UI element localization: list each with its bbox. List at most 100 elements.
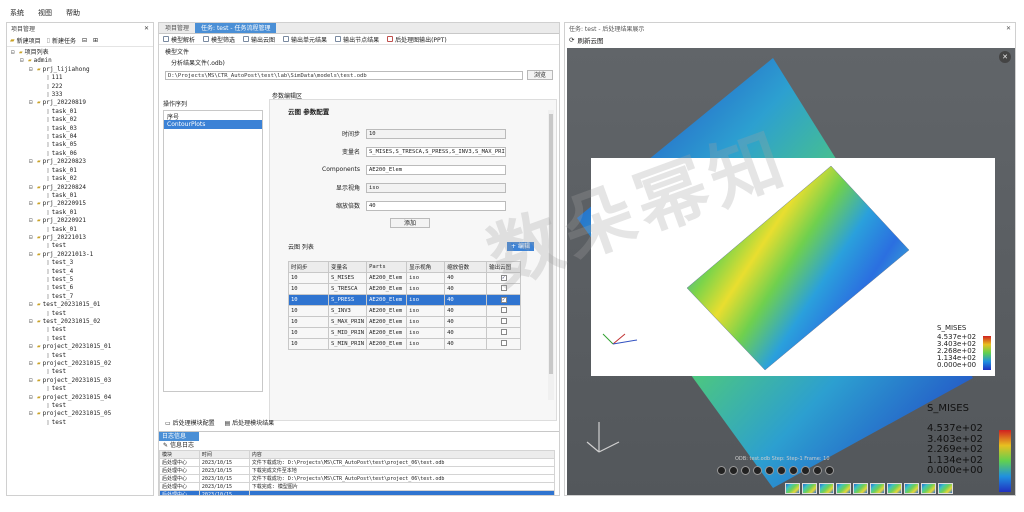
log-row[interactable]: 后处理中心 2023/10/15 文件下载成功: D:\Projects\MS\CT… xyxy=(159,458,556,467)
last-frame-icon[interactable] xyxy=(825,466,834,475)
play-icon[interactable] xyxy=(777,466,786,475)
param-field-input[interactable]: S_MISES,S_TRESCA,S_PRESS,S_INV3,S_MAX_PR… xyxy=(366,146,506,157)
thumbnail[interactable] xyxy=(853,483,868,494)
rewind-icon[interactable] xyxy=(765,466,774,475)
thumbnail[interactable] xyxy=(785,483,800,494)
add-button[interactable]: 添加 xyxy=(390,218,430,228)
tree-node[interactable]: ▯ task_01 xyxy=(11,108,153,116)
tree-node[interactable]: ▯ test xyxy=(11,368,153,376)
param-field-input[interactable]: iso xyxy=(366,182,506,193)
tree-node[interactable]: ⊟ ▰ prj_20220819 xyxy=(11,99,153,107)
tree-node[interactable]: ▯ test_5 xyxy=(11,276,153,284)
expand-toggle-icon[interactable]: ⊟ xyxy=(11,49,17,57)
forward-icon[interactable] xyxy=(801,466,810,475)
output-checkbox[interactable] xyxy=(500,285,507,291)
tree-node[interactable]: ▯ task_01 xyxy=(11,226,153,234)
expand-icon[interactable]: ⊞ xyxy=(93,37,98,44)
tree-node[interactable]: ▯ test_6 xyxy=(11,284,153,292)
prev-frame-icon[interactable] xyxy=(729,466,738,475)
expand-toggle-icon[interactable]: ⊟ xyxy=(29,66,35,74)
output-checkbox[interactable] xyxy=(500,318,507,324)
tree-node[interactable]: ▯ task_03 xyxy=(11,125,153,133)
tree-node[interactable]: ▯ task_01 xyxy=(11,209,153,217)
tree-node[interactable]: ▯ 333 xyxy=(11,91,153,99)
tree-node[interactable]: ▯ test xyxy=(11,242,153,250)
thumbnail[interactable] xyxy=(870,483,885,494)
export-node-button[interactable]: 输出节点结果 xyxy=(335,35,379,44)
tree-node[interactable]: ⊟ ▰ prj_20221013-1 xyxy=(11,251,153,259)
new-task-button[interactable]: ▯ 新建任务 xyxy=(47,36,76,45)
expand-toggle-icon[interactable]: ⊟ xyxy=(29,394,35,402)
scroll-thumb[interactable] xyxy=(549,114,553,374)
refresh-icon[interactable]: ⟳ xyxy=(569,36,574,44)
tree-node[interactable]: ⊟ ▰ admin xyxy=(11,57,153,65)
3d-viewport[interactable]: ✕ S_MISES 4.537e+02 3.403e+02 2.268e+02 … xyxy=(567,48,1015,495)
thumbnail[interactable] xyxy=(887,483,902,494)
tree-node[interactable]: ⊟ ▰ project_20231015_05 xyxy=(11,410,153,418)
first-frame-icon[interactable] xyxy=(717,466,726,475)
tree-node[interactable]: ⊟ ▰ prj_20220915 xyxy=(11,200,153,208)
model-filter-button[interactable]: 模型筛选 xyxy=(203,35,235,44)
thumbnail[interactable] xyxy=(802,483,817,494)
expand-toggle-icon[interactable]: ⊟ xyxy=(29,251,35,259)
output-checkbox[interactable] xyxy=(500,307,507,313)
browse-button[interactable]: 浏览 xyxy=(526,70,553,80)
tree-node[interactable]: ▯ task_05 xyxy=(11,141,153,149)
menu-system[interactable]: 系统 xyxy=(10,8,24,18)
param-field-input[interactable]: 40 xyxy=(366,200,506,211)
panel-close-icon[interactable]: ✕ xyxy=(144,25,149,32)
output-checkbox[interactable] xyxy=(500,329,507,335)
tab-module-config[interactable]: ▭ 后处理模块配置 xyxy=(165,418,215,427)
tree-node[interactable]: ▯ task_01 xyxy=(11,167,153,175)
tree-node[interactable]: ▯ task_06 xyxy=(11,150,153,158)
expand-toggle-icon[interactable]: ⊟ xyxy=(29,343,35,351)
expand-toggle-icon[interactable]: ⊟ xyxy=(29,318,35,326)
expand-toggle-icon[interactable]: ⊟ xyxy=(29,301,35,309)
tree-node[interactable]: ▯ test_3 xyxy=(11,259,153,267)
tree-node[interactable]: ▯ test xyxy=(11,326,153,334)
export-ppt-button[interactable]: 后处理图输出(PPT) xyxy=(387,35,447,44)
table-row[interactable]: 10 S_PRESS AE200_Elem iso 40 ✓ xyxy=(288,294,522,306)
table-row[interactable]: 10 S_MID_PRIN AE200_Elem iso 40 xyxy=(288,327,522,339)
expand-toggle-icon[interactable]: ⊟ xyxy=(29,184,35,192)
tree-node[interactable]: ▯ task_02 xyxy=(11,175,153,183)
tree-node[interactable]: ⊟ ▰ test_20231015_01 xyxy=(11,301,153,309)
tree-node[interactable]: ▯ test xyxy=(11,335,153,343)
log-row[interactable]: 后处理中心 2023/10/15 xyxy=(159,490,556,495)
thumbnail[interactable] xyxy=(836,483,851,494)
step-forward-icon[interactable] xyxy=(789,466,798,475)
tree-node[interactable]: ▯ test xyxy=(11,402,153,410)
collapse-icon[interactable]: ⊟ xyxy=(82,37,87,44)
export-element-button[interactable]: 输出单元结果 xyxy=(283,35,327,44)
param-field-input[interactable]: AE200_Elem xyxy=(366,164,506,175)
output-checkbox[interactable]: ✓ xyxy=(500,275,507,281)
tree-node[interactable]: ▯ test_4 xyxy=(11,268,153,276)
tab-task-flow[interactable]: 任务: test - 任务流程管理 xyxy=(195,23,277,33)
expand-toggle-icon[interactable]: ⊟ xyxy=(29,234,35,242)
tree-node[interactable]: ▯ 222 xyxy=(11,83,153,91)
menu-help[interactable]: 帮助 xyxy=(66,8,80,18)
log-row[interactable]: 后处理中心 2023/10/15 下载完成文件至本地 xyxy=(159,466,556,475)
tree-node[interactable]: ⊟ ▰ project_20231015_04 xyxy=(11,394,153,402)
export-contour-button[interactable]: 输出云图 xyxy=(243,35,275,44)
expand-toggle-icon[interactable]: ⊟ xyxy=(29,158,35,166)
thumbnail[interactable] xyxy=(921,483,936,494)
thumbnail[interactable] xyxy=(819,483,834,494)
table-row[interactable]: 10 S_TRESCA AE200_Elem iso 40 xyxy=(288,283,522,295)
expand-toggle-icon[interactable]: ⊟ xyxy=(29,200,35,208)
tree-node[interactable]: ⊟ ▰ prj_20220824 xyxy=(11,184,153,192)
model-parse-button[interactable]: 模型解析 xyxy=(163,35,195,44)
output-checkbox[interactable] xyxy=(500,340,507,346)
tree-node[interactable]: ⊟ ▰ test_20231015_02 xyxy=(11,318,153,326)
tree-node[interactable]: ▯ test xyxy=(11,385,153,393)
refresh-contour-button[interactable]: 刷新云图 xyxy=(577,35,603,45)
sequence-item[interactable]: ContourPlots xyxy=(164,120,262,129)
new-project-button[interactable]: ▰ 新建项目 xyxy=(10,36,41,45)
tree-node[interactable]: ⊟ ▰ project_20231015_02 xyxy=(11,360,153,368)
log-row[interactable]: 后处理中心 2023/10/15 文件下载成功: D:\Projects\MS\CT… xyxy=(159,474,556,483)
expand-toggle-icon[interactable]: ⊟ xyxy=(29,377,35,385)
odb-path-input[interactable]: D:\Projects\MS\CTR_AutoPost\test\lab\Sim… xyxy=(165,70,523,80)
edit-button[interactable]: + 编辑 xyxy=(507,242,534,251)
table-row[interactable]: 10 S_MAX_PRIN AE200_Elem iso 40 xyxy=(288,316,522,328)
param-field-input[interactable]: 10 xyxy=(366,128,506,139)
